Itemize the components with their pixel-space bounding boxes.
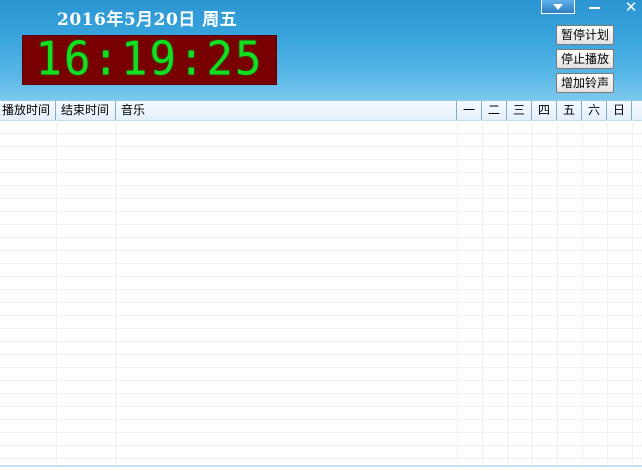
add-bell-button[interactable]: 增加铃声 bbox=[556, 73, 614, 93]
grid-column-line bbox=[557, 120, 558, 465]
column-start-time[interactable]: 播放时间 bbox=[0, 101, 56, 120]
grid-column-line bbox=[632, 120, 633, 465]
digital-clock: 16:19:25 bbox=[22, 35, 277, 85]
grid-row-line bbox=[0, 315, 642, 316]
grid-column-line bbox=[116, 120, 117, 465]
grid-row-line bbox=[0, 328, 642, 329]
grid-row-line bbox=[0, 146, 642, 147]
grid-column-line bbox=[532, 120, 533, 465]
dropdown-triangle-icon bbox=[553, 3, 563, 10]
grid-row-line bbox=[0, 393, 642, 394]
grid-row-line bbox=[0, 133, 642, 134]
minimize-icon bbox=[589, 7, 600, 9]
grid-column-line bbox=[56, 120, 57, 465]
pause-plan-button[interactable]: 暂停计划 bbox=[556, 25, 614, 45]
grid-column-line bbox=[507, 120, 508, 465]
grid-column-line bbox=[457, 120, 458, 465]
grid-row-line bbox=[0, 458, 642, 459]
grid-row-line bbox=[0, 354, 642, 355]
grid-row-line bbox=[0, 263, 642, 264]
column-friday[interactable]: 五 bbox=[557, 101, 582, 120]
column-sunday[interactable]: 日 bbox=[607, 101, 632, 120]
grid-row-line bbox=[0, 211, 642, 212]
grid-row-line bbox=[0, 237, 642, 238]
column-monday[interactable]: 一 bbox=[457, 101, 482, 120]
grid-row-line bbox=[0, 172, 642, 173]
schedule-table-header: 播放时间 结束时间 音乐 一 二 三 四 五 六 日 bbox=[0, 101, 642, 121]
stop-play-button[interactable]: 停止播放 bbox=[556, 49, 614, 69]
grid-column-line bbox=[582, 120, 583, 465]
grid-row-line bbox=[0, 198, 642, 199]
column-saturday[interactable]: 六 bbox=[582, 101, 607, 120]
grid-column-line bbox=[607, 120, 608, 465]
minimize-button[interactable] bbox=[584, 0, 606, 14]
grid-row-line bbox=[0, 432, 642, 433]
column-end-time[interactable]: 结束时间 bbox=[56, 101, 116, 120]
clock-time: 16:19:25 bbox=[35, 32, 264, 87]
grid-row-line bbox=[0, 250, 642, 251]
footer-divider bbox=[0, 465, 642, 467]
grid-row-line bbox=[0, 406, 642, 407]
column-tuesday[interactable]: 二 bbox=[482, 101, 507, 120]
grid-row-line bbox=[0, 185, 642, 186]
close-button[interactable]: ✕ bbox=[620, 0, 642, 16]
column-overflow bbox=[632, 101, 642, 120]
grid-row-line bbox=[0, 224, 642, 225]
grid-row-line bbox=[0, 276, 642, 277]
grid-row-line bbox=[0, 302, 642, 303]
grid-row-line bbox=[0, 367, 642, 368]
date-display: 2016年5月20日 周五 bbox=[57, 10, 238, 30]
grid-row-line bbox=[0, 289, 642, 290]
column-wednesday[interactable]: 三 bbox=[507, 101, 532, 120]
close-icon: ✕ bbox=[624, 0, 638, 16]
column-music[interactable]: 音乐 bbox=[116, 101, 457, 120]
grid-row-line bbox=[0, 341, 642, 342]
grid-row-line bbox=[0, 445, 642, 446]
header-panel: 2016年5月20日 周五 16:19:25 ✕ 暂停计划 停止播放 增加铃声 bbox=[0, 0, 642, 101]
grid-column-line bbox=[482, 120, 483, 465]
menu-dropdown-button[interactable] bbox=[541, 0, 575, 14]
column-thursday[interactable]: 四 bbox=[532, 101, 557, 120]
grid-row-line bbox=[0, 159, 642, 160]
grid-row-line bbox=[0, 419, 642, 420]
schedule-table-body[interactable] bbox=[0, 120, 642, 465]
grid-row-line bbox=[0, 380, 642, 381]
